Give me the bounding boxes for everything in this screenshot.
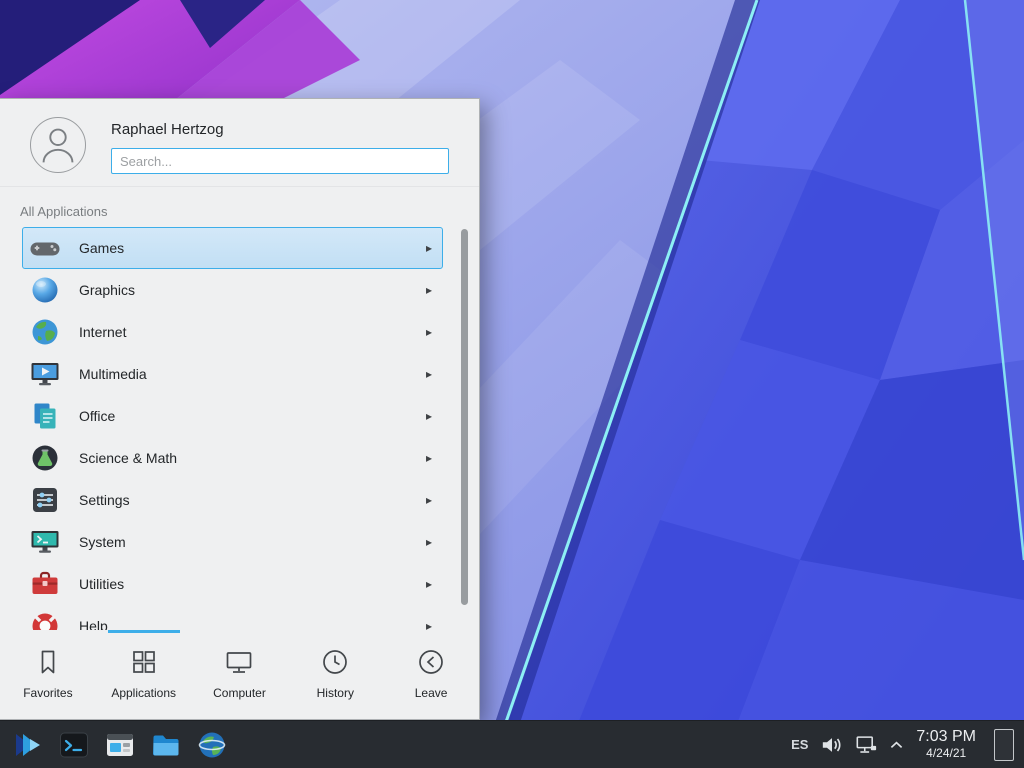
section-label: All Applications (0, 187, 479, 225)
menu-item-utilities[interactable]: Utilities ▸ (22, 563, 443, 605)
science-icon (29, 442, 61, 474)
menu-item-label: Help (79, 618, 108, 630)
tab-bar: Favorites Applications Computer History Leav… (0, 630, 479, 719)
system-icon (29, 526, 61, 558)
taskbar-app-browser[interactable] (192, 724, 232, 766)
software-icon (105, 730, 135, 760)
taskbar-app-terminal[interactable] (54, 724, 94, 766)
submenu-arrow-icon: ▸ (426, 409, 432, 423)
app-launcher-button[interactable] (8, 724, 48, 766)
internet-icon (29, 316, 61, 348)
tray-expander-icon[interactable] (890, 741, 903, 749)
application-launcher-menu: Raphael Hertzog All Applications Games▸G… (0, 98, 480, 720)
browser-icon (197, 730, 227, 760)
launcher-header: Raphael Hertzog (0, 99, 479, 187)
tab-computer[interactable]: Computer (192, 630, 288, 719)
menu-item-graphics[interactable]: Graphics ▸ (22, 269, 443, 311)
menu-item-label: Utilities (79, 576, 124, 592)
submenu-arrow-icon: ▸ (426, 367, 432, 381)
taskbar-app-software[interactable] (100, 724, 140, 766)
tab-history[interactable]: History (287, 630, 383, 719)
taskbar: ES 7:03 PM 4/24/21 (0, 720, 1024, 768)
submenu-arrow-icon: ▸ (426, 535, 432, 549)
network-icon[interactable] (856, 735, 877, 755)
utilities-icon (29, 568, 61, 600)
volume-icon[interactable] (821, 735, 843, 755)
tab-label: Leave (415, 686, 448, 700)
tab-label: Favorites (23, 686, 72, 700)
menu-item-label: Graphics (79, 282, 135, 298)
taskbar-app-file-manager[interactable] (146, 724, 186, 766)
office-icon (29, 400, 61, 432)
clock-date: 4/24/21 (916, 747, 976, 761)
menu-item-label: Internet (79, 324, 126, 340)
graphics-icon (29, 274, 61, 306)
menu-item-internet[interactable]: Internet ▸ (22, 311, 443, 353)
favorites-icon (33, 647, 63, 677)
tab-favorites[interactable]: Favorites (0, 630, 96, 719)
scrollbar[interactable] (461, 229, 468, 605)
tab-leave[interactable]: Leave (383, 630, 479, 719)
menu-item-label: Multimedia (79, 366, 147, 382)
clock[interactable]: 7:03 PM 4/24/21 (916, 728, 976, 760)
submenu-arrow-icon: ▸ (426, 619, 432, 630)
applications-icon (129, 647, 159, 677)
user-avatar[interactable] (30, 117, 86, 173)
submenu-arrow-icon: ▸ (426, 283, 432, 297)
computer-icon (224, 647, 254, 677)
multimedia-icon (29, 358, 61, 390)
user-name: Raphael Hertzog (111, 121, 449, 138)
menu-item-label: Office (79, 408, 115, 424)
category-list-viewport: Games▸Graphics▸Internet▸Multimedia▸Offic… (0, 225, 479, 630)
tab-label: Applications (111, 686, 176, 700)
submenu-arrow-icon: ▸ (426, 325, 432, 339)
taskbar-apps (54, 724, 238, 766)
menu-item-games[interactable]: Games ▸ (22, 227, 443, 269)
games-icon (29, 232, 61, 264)
menu-item-science-math[interactable]: Science & Math ▸ (22, 437, 443, 479)
menu-item-system[interactable]: System ▸ (22, 521, 443, 563)
terminal-icon (59, 730, 89, 760)
app-launcher-icon (13, 730, 43, 760)
menu-item-label: Settings (79, 492, 130, 508)
submenu-arrow-icon: ▸ (426, 241, 432, 255)
menu-item-settings[interactable]: Settings ▸ (22, 479, 443, 521)
show-desktop-button[interactable] (994, 729, 1014, 761)
category-list: Games▸Graphics▸Internet▸Multimedia▸Offic… (0, 225, 479, 630)
search-input[interactable] (111, 148, 449, 174)
user-icon (32, 119, 84, 171)
header-right: Raphael Hertzog (111, 117, 449, 174)
keyboard-layout-indicator[interactable]: ES (791, 737, 808, 752)
menu-item-help[interactable]: Help ▸ (22, 605, 443, 630)
clock-time: 7:03 PM (916, 728, 976, 746)
tab-label: Computer (213, 686, 266, 700)
menu-item-label: Games (79, 240, 124, 256)
tab-applications[interactable]: Applications (96, 630, 192, 719)
tab-label: History (317, 686, 354, 700)
submenu-arrow-icon: ▸ (426, 451, 432, 465)
submenu-arrow-icon: ▸ (426, 577, 432, 591)
leave-icon (416, 647, 446, 677)
submenu-arrow-icon: ▸ (426, 493, 432, 507)
menu-item-office[interactable]: Office ▸ (22, 395, 443, 437)
history-icon (320, 647, 350, 677)
menu-item-label: System (79, 534, 126, 550)
system-tray: ES 7:03 PM 4/24/21 (791, 728, 1016, 760)
settings-icon (29, 484, 61, 516)
file-manager-icon (151, 730, 181, 760)
menu-item-label: Science & Math (79, 450, 177, 466)
menu-item-multimedia[interactable]: Multimedia ▸ (22, 353, 443, 395)
help-icon (29, 610, 61, 630)
